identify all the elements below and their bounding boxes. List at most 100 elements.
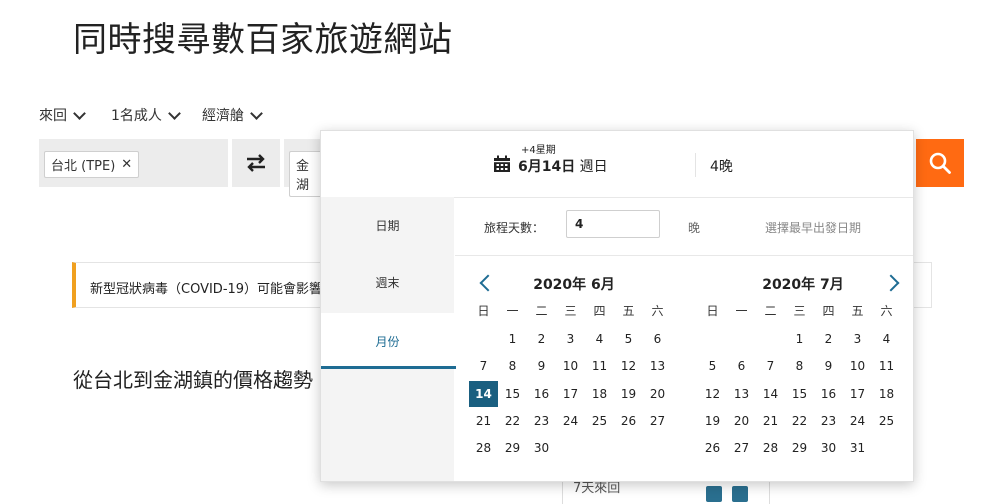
calendar-day[interactable]: 22 [498, 408, 527, 434]
calendar-day[interactable]: 19 [614, 381, 643, 407]
calendar-day[interactable]: 29 [498, 435, 527, 461]
calendar-day[interactable]: 28 [756, 435, 785, 461]
calendar-day[interactable]: 6 [727, 353, 756, 379]
calendar-day[interactable]: 14 [756, 381, 785, 407]
travelers-dropdown[interactable]: 1名成人 [111, 105, 181, 125]
origin-chip[interactable]: 台北 (TPE) ✕ [44, 151, 140, 178]
calendar-day[interactable]: 6 [643, 326, 672, 352]
calendar-day[interactable]: 3 [843, 326, 872, 352]
date-picker-header: +4星期 6月14日 週日 4晚 [321, 131, 913, 198]
calendar-day[interactable]: 22 [785, 408, 814, 434]
calendar-day[interactable]: 4 [585, 326, 614, 352]
calendar-day[interactable]: 29 [785, 435, 814, 461]
calendar-day[interactable]: 7 [469, 353, 498, 379]
nights-display[interactable]: 4晚 [710, 156, 733, 176]
calendar-day[interactable]: 13 [643, 353, 672, 379]
calendar-day[interactable]: 20 [643, 381, 672, 407]
search-button[interactable] [916, 139, 964, 187]
calendar-day[interactable]: 20 [727, 408, 756, 434]
calendar-day[interactable]: 28 [469, 435, 498, 461]
destination-field[interactable]: 金湖 [284, 139, 324, 197]
weekday-header: 六 [880, 304, 893, 318]
calendar-day[interactable]: 1 [498, 326, 527, 352]
night-unit-label: 晚 [688, 221, 701, 235]
calendar-day[interactable]: 12 [614, 353, 643, 379]
origin-field[interactable]: 台北 (TPE) ✕ [39, 139, 228, 187]
calendar-day[interactable]: 12 [698, 381, 727, 407]
calendar-day[interactable]: 30 [814, 435, 843, 461]
calendar-day[interactable]: 5 [698, 353, 727, 379]
weekday-header: 五 [851, 304, 864, 318]
calendar-day[interactable]: 27 [727, 435, 756, 461]
duration-row: 旅程天數： 晚 選擇最早出發日期 [455, 197, 913, 256]
calendar-day[interactable]: 13 [727, 381, 756, 407]
calendar-day[interactable]: 31 [843, 435, 872, 461]
calendar-day[interactable]: 4 [872, 326, 901, 352]
tab-month[interactable]: 月份 [321, 313, 456, 369]
calendar-day[interactable]: 8 [498, 353, 527, 379]
weekday-header: 二 [764, 304, 777, 318]
close-icon[interactable]: ✕ [121, 157, 132, 172]
calendar-day[interactable]: 17 [556, 381, 585, 407]
calendar-day[interactable]: 26 [698, 435, 727, 461]
calendar-day[interactable]: 25 [585, 408, 614, 434]
calendar-day[interactable]: 16 [527, 381, 556, 407]
calendar-day[interactable]: 17 [843, 381, 872, 407]
calendar-day[interactable]: 23 [814, 408, 843, 434]
chart-toggle-button[interactable] [732, 486, 748, 502]
calendar-day[interactable]: 10 [556, 353, 585, 379]
calendar-day[interactable]: 1 [785, 326, 814, 352]
tab-weekend[interactable]: 週末 [321, 254, 454, 310]
calendar-day[interactable]: 30 [527, 435, 556, 461]
origin-chip-label: 台北 (TPE) [51, 159, 116, 174]
calendar-day[interactable]: 23 [527, 408, 556, 434]
chart-toggle-button[interactable] [706, 486, 722, 502]
calendar-day[interactable]: 10 [843, 353, 872, 379]
calendar-day[interactable]: 11 [585, 353, 614, 379]
calendar-day[interactable]: 27 [643, 408, 672, 434]
calendar-day[interactable]: 7 [756, 353, 785, 379]
weekday-header: 三 [793, 304, 806, 318]
weekday-header: 六 [651, 304, 664, 318]
calendar-day[interactable]: 15 [785, 381, 814, 407]
calendar-day[interactable]: 8 [785, 353, 814, 379]
destination-chip[interactable]: 金湖 [289, 151, 324, 197]
weekday-header: 日 [706, 304, 719, 318]
calendar-day[interactable]: 18 [872, 381, 901, 407]
tab-date[interactable]: 日期 [321, 197, 454, 253]
calendar-day[interactable]: 16 [814, 381, 843, 407]
earliest-departure-hint[interactable]: 選擇最早出發日期 [765, 219, 861, 236]
calendar-day[interactable]: 5 [614, 326, 643, 352]
calendar-day[interactable]: 25 [872, 408, 901, 434]
cabin-dropdown[interactable]: 經濟艙 [202, 105, 263, 125]
month-title: 2020年 6月 [533, 277, 615, 293]
calendar-day[interactable]: 24 [843, 408, 872, 434]
calendar-day[interactable]: 19 [698, 408, 727, 434]
calendar-day[interactable]: 11 [872, 353, 901, 379]
weekday-header: 二 [535, 304, 548, 318]
calendar-day[interactable]: 3 [556, 326, 585, 352]
calendar-day[interactable]: 24 [556, 408, 585, 434]
duration-input[interactable] [566, 210, 660, 238]
calendar-day[interactable]: 9 [527, 353, 556, 379]
page-title: 同時搜尋數百家旅遊網站 [73, 20, 453, 60]
trip-type-dropdown[interactable]: 來回 [39, 105, 86, 125]
calendar-day[interactable]: 21 [469, 408, 498, 434]
selected-date: 6月14日 [518, 159, 576, 175]
calendar-day[interactable]: 15 [498, 381, 527, 407]
calendar-day[interactable]: 2 [527, 326, 556, 352]
swap-button[interactable] [232, 139, 280, 187]
calendar-day[interactable]: 18 [585, 381, 614, 407]
calendar-day[interactable]: 26 [614, 408, 643, 434]
notice-text: 新型冠狀病毒（COVID-19）可能會影響 [90, 282, 323, 297]
calendar-day-selected[interactable]: 14 [469, 380, 498, 407]
date-picker-popup: +4星期 6月14日 週日 4晚 日期 週末 月份 旅程天數： 晚 選擇最早出發… [320, 130, 914, 482]
calendar-day[interactable]: 2 [814, 326, 843, 352]
calendar-day[interactable]: 21 [756, 408, 785, 434]
chevron-down-icon [250, 106, 263, 120]
duration-label: 旅程天數： [484, 221, 545, 235]
weekday-header: 一 [735, 304, 748, 318]
selected-date-display[interactable]: 6月14日 週日 [518, 156, 608, 176]
calendar-day[interactable]: 9 [814, 353, 843, 379]
swap-icon [247, 154, 265, 172]
